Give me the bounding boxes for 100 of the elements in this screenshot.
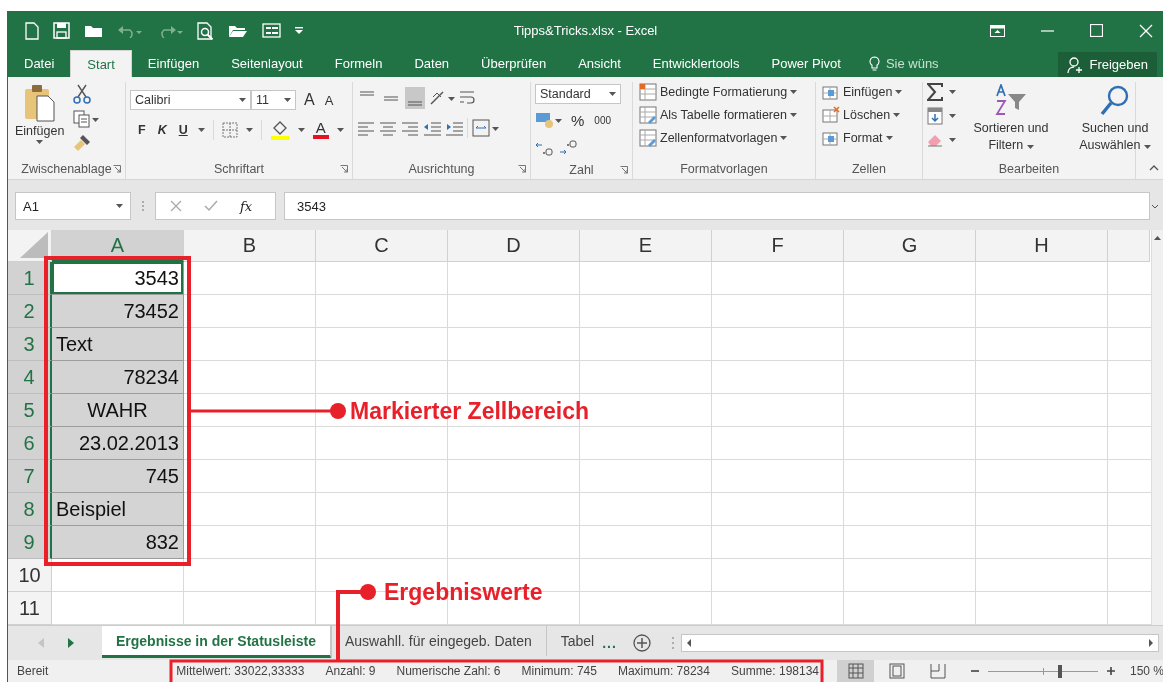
grow-font-button[interactable]: A [302,90,317,110]
align-center-icon[interactable] [379,120,397,136]
paste-button[interactable]: Einfügen [12,82,68,159]
scroll-right-icon[interactable] [68,638,74,648]
style-menu-button[interactable]: Bedingte Formatierung [637,82,800,102]
ribbon-tab[interactable]: Ansicht [562,50,637,77]
accounting-format-icon[interactable] [535,111,563,129]
cells-menu-button[interactable]: Einfügen [820,82,905,102]
ribbon-tab[interactable]: Einfügen [131,50,216,77]
text-orientation-icon[interactable] [429,89,455,107]
print-preview-icon[interactable] [197,21,214,40]
formula-field[interactable]: 3543 [284,192,1150,220]
ribbon-tab[interactable]: Formeln [318,50,399,77]
dialog-launcher-icon[interactable] [113,165,121,173]
open-folder-icon[interactable] [228,23,248,38]
row-header[interactable]: 3 [8,328,52,361]
table-cell[interactable]: 23.02.2013 [52,427,184,460]
folder-icon[interactable] [84,23,103,38]
cancel-icon[interactable] [170,200,182,212]
drag-handle-icon[interactable] [139,199,147,213]
find-select-button[interactable]: Suchen und Auswählen [1066,82,1163,159]
align-right-icon[interactable] [401,120,419,136]
name-box[interactable]: A1 [15,192,131,220]
row-header[interactable]: 8 [8,493,52,526]
column-header[interactable]: H [976,230,1108,262]
table-cell[interactable]: 73452 [52,295,184,328]
collapse-ribbon-icon[interactable] [1149,165,1159,171]
dialog-launcher-icon[interactable] [518,165,526,173]
table-cell[interactable]: 832 [52,526,184,559]
view-button[interactable] [837,660,874,682]
ribbon-tab[interactable]: Seitenlayout [215,50,319,77]
font-name-field[interactable]: Calibri [130,90,251,110]
fill-color-icon[interactable] [269,120,290,140]
ribbon-tab[interactable]: Power Pivot [755,50,857,77]
column-header[interactable]: D [448,230,580,262]
column-header[interactable]: G [844,230,976,262]
row-header[interactable]: 2 [8,295,52,328]
undo-icon[interactable] [117,23,143,38]
font-color-button[interactable]: A [312,121,329,139]
merge-cells-icon[interactable] [472,119,500,137]
save-icon[interactable] [53,22,70,39]
cells-menu-button[interactable]: Löschen [820,105,905,125]
row-header[interactable]: 10 [8,559,52,592]
bold-button[interactable]: F [136,122,148,138]
drag-handle-icon[interactable] [670,636,675,650]
zoom-slider-thumb[interactable] [1057,664,1062,678]
underline-button[interactable]: U [176,122,190,138]
zoom-level[interactable]: 150 % [1130,664,1163,678]
zoom-in-icon[interactable] [1106,666,1116,676]
vertical-scrollbar[interactable] [1151,230,1163,625]
number-format-field[interactable]: Standard [535,84,621,104]
wrap-text-icon[interactable] [459,89,477,107]
horizontal-scrollbar[interactable] [680,634,1159,652]
eraser-icon[interactable] [927,133,943,147]
new-document-icon[interactable] [25,21,39,40]
close-icon[interactable] [1139,23,1153,38]
ribbon-tab[interactable]: Entwicklertools [636,50,756,77]
customize-caret-icon[interactable] [295,26,303,35]
column-header[interactable]: B [184,230,316,262]
select-all-corner[interactable] [8,230,52,262]
decrease-indent-icon[interactable] [423,120,441,136]
insert-function-button[interactable]: fx [240,198,253,214]
maximize-icon[interactable] [1090,24,1103,37]
ribbon-tab[interactable]: Datei [8,50,71,77]
borders-icon[interactable] [221,122,238,138]
form-icon[interactable] [262,23,281,38]
percent-button[interactable]: % [569,110,587,130]
sum-icon[interactable] [927,83,943,101]
row-header[interactable]: 9 [8,526,52,559]
dialog-launcher-icon[interactable] [340,165,348,173]
row-header[interactable]: 5 [8,394,52,427]
share-button[interactable]: Freigeben [1058,52,1157,77]
align-left-icon[interactable] [357,120,375,136]
sort-filter-button[interactable]: Sortieren und Filtern [962,82,1060,159]
increase-decimal-icon[interactable] [535,140,553,156]
italic-button[interactable]: K [155,122,169,138]
increase-indent-icon[interactable] [445,120,463,136]
ribbon-tab[interactable]: Daten [398,50,466,77]
row-header[interactable]: 7 [8,460,52,493]
thousands-separator-button[interactable]: 000 [592,113,614,127]
copy-icon[interactable] [73,110,100,128]
row-header[interactable]: 6 [8,427,52,460]
font-size-field[interactable]: 11 [251,90,296,110]
enter-check-icon[interactable] [204,200,218,212]
scroll-up-icon[interactable] [1154,236,1161,240]
table-cell[interactable]: 3543 [52,262,184,295]
shrink-font-button[interactable]: A [322,91,336,109]
table-cell[interactable]: Text [52,328,184,361]
ribbon-display-options-icon[interactable] [990,24,1005,37]
row-header[interactable]: 4 [8,361,52,394]
dialog-launcher-icon[interactable] [620,166,628,174]
style-menu-button[interactable]: Als Tabelle formatieren [637,105,800,125]
row-header[interactable]: 1 [8,262,52,295]
tell-me-field[interactable]: Sie wüns [885,56,939,71]
table-cell[interactable]: Beispiel [52,493,184,526]
sheet-tab[interactable]: Ergebnisse in der Statusleiste [102,626,331,658]
more-sheets-indicator[interactable]: ... [602,626,617,660]
expand-formula-icon[interactable] [1151,203,1159,209]
style-menu-button[interactable]: Zellenformatvorlagen [637,128,800,148]
ribbon-tab[interactable]: Überprüfen [465,50,563,77]
